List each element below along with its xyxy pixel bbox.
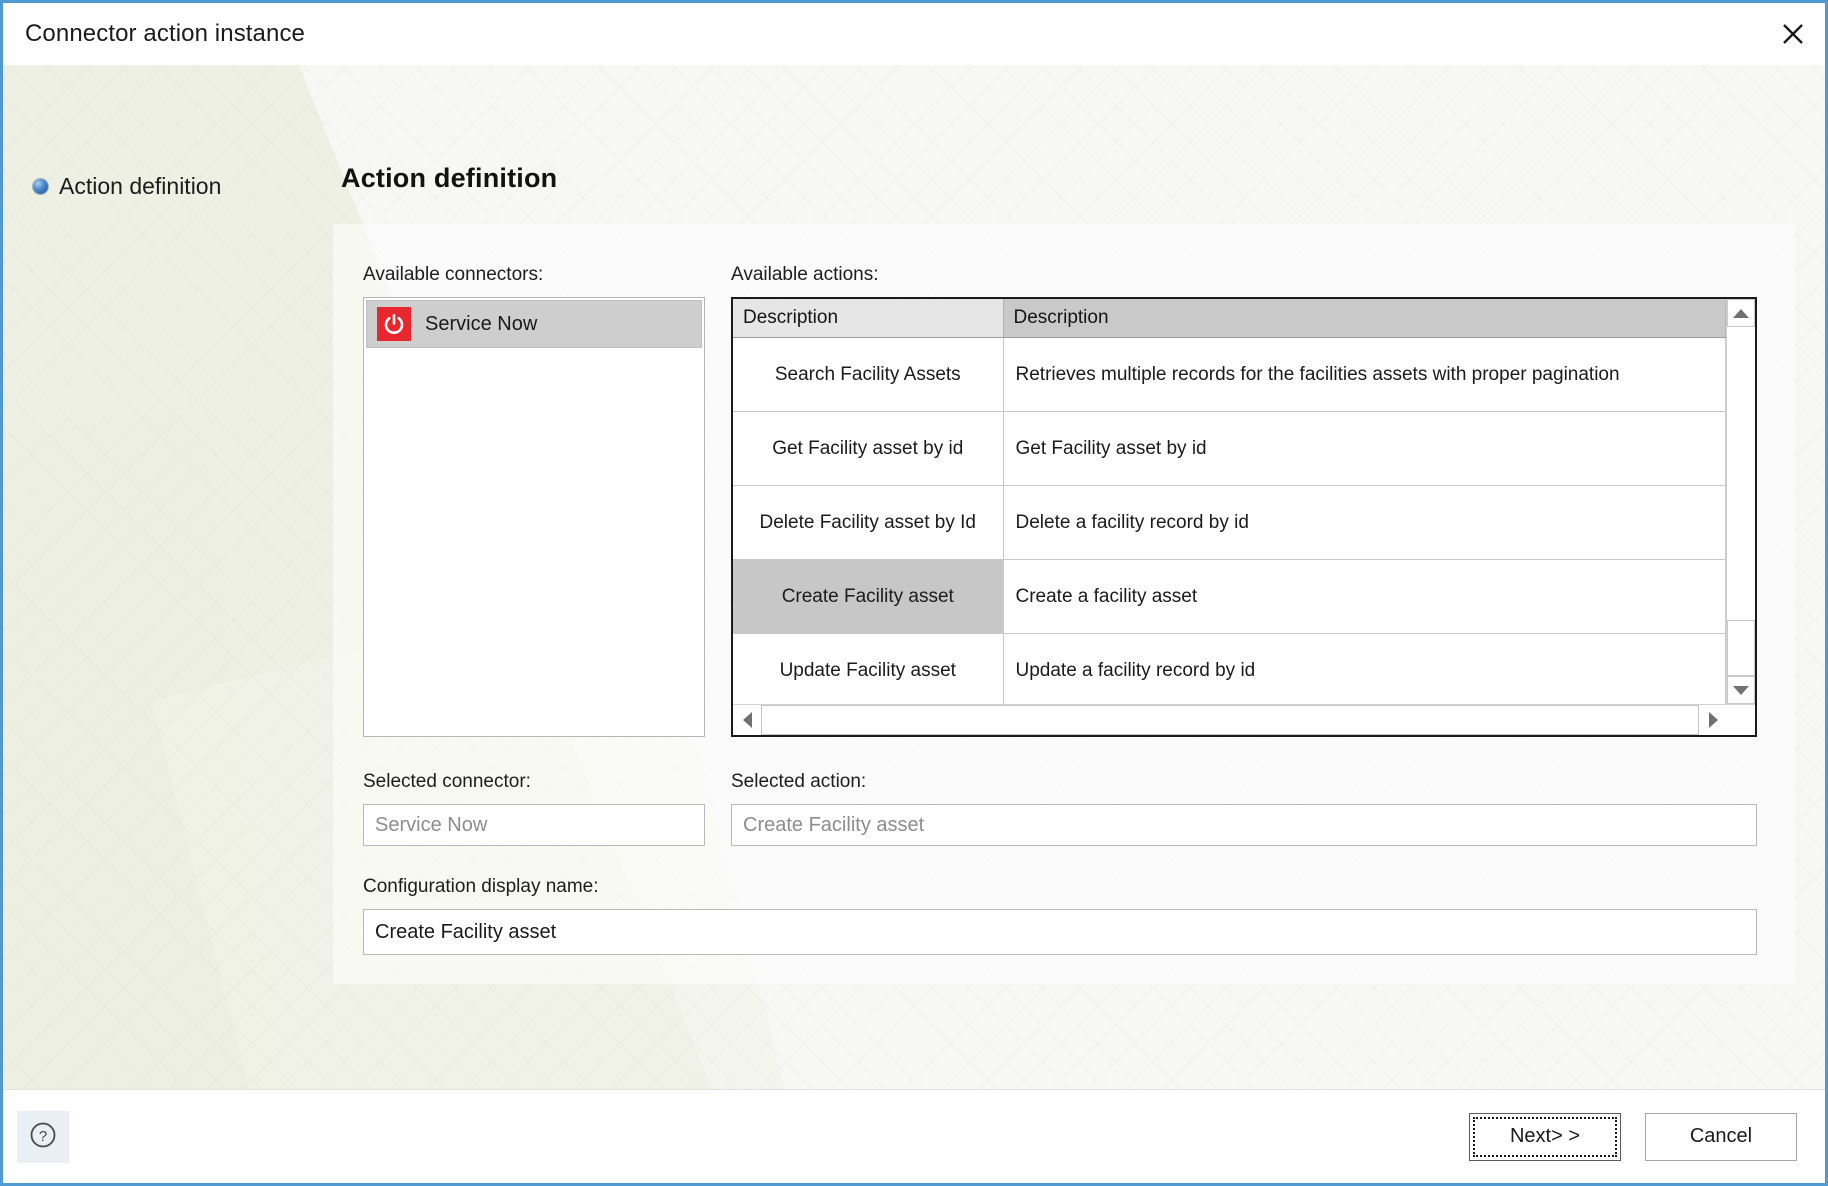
actions-section: Available actions: Description Descripti…	[731, 264, 1757, 737]
scroll-right-button[interactable]	[1699, 705, 1727, 735]
main-content: Action definition Available connectors:	[333, 65, 1825, 1089]
help-button[interactable]: ?	[17, 1110, 69, 1163]
available-actions-table: Description Description Search Facility …	[733, 299, 1726, 704]
table-row[interactable]: Get Facility asset by id Get Facility as…	[733, 411, 1726, 486]
svg-text:?: ?	[39, 1128, 47, 1145]
power-icon	[377, 307, 411, 341]
selected-action-label: Selected action:	[731, 771, 867, 792]
table-row-selected[interactable]: Create Facility asset Create a facility …	[733, 559, 1726, 634]
scroll-up-button[interactable]	[1727, 299, 1755, 327]
horizontal-scrollbar[interactable]	[733, 704, 1755, 735]
triangle-up-icon	[1733, 308, 1749, 318]
column-header-name[interactable]: Description	[733, 299, 1004, 338]
lists-row: Available connectors: Service Now Availa…	[363, 264, 1757, 737]
action-name-cell[interactable]: Create Facility asset	[733, 559, 1004, 634]
dialog-footer: ? Next> > Cancel	[3, 1089, 1825, 1183]
sidebar-item-action-definition[interactable]: Action definition	[3, 173, 333, 200]
selected-connector-label: Selected connector:	[363, 771, 531, 792]
action-description-cell[interactable]: Retrieves multiple records for the facil…	[1003, 337, 1726, 412]
selected-connector-section: Selected connector:	[363, 771, 705, 846]
selected-connector-input[interactable]	[363, 804, 705, 846]
configuration-display-name-input[interactable]	[363, 909, 1757, 955]
configuration-display-name-label: Configuration display name:	[363, 876, 599, 897]
triangle-right-icon	[1708, 712, 1718, 728]
window-title: Connector action instance	[25, 20, 305, 47]
sphere-bullet-icon	[33, 179, 48, 194]
table-header-row: Description Description	[733, 299, 1726, 338]
action-description-cell[interactable]: Delete a facility record by id	[1003, 485, 1726, 560]
footer-buttons: Next> > Cancel	[1469, 1112, 1797, 1161]
page-title: Action definition	[341, 163, 558, 193]
table-row[interactable]: Search Facility Assets Retrieves multipl…	[733, 337, 1726, 412]
wizard-step-sidebar: Action definition	[3, 65, 333, 1089]
configuration-display-name-section: Configuration display name:	[363, 876, 1757, 955]
selection-fields-row: Selected connector: Selected action:	[363, 771, 1757, 846]
dialog-body: Action definition Action definition Avai…	[3, 65, 1825, 1089]
action-name-cell[interactable]: Search Facility Assets	[733, 337, 1004, 412]
triangle-down-icon	[1733, 685, 1749, 695]
available-actions-label: Available actions:	[731, 264, 879, 285]
title-bar: Connector action instance	[3, 3, 1825, 65]
question-mark-icon: ?	[28, 1120, 58, 1153]
scrollbar-corner	[1727, 705, 1755, 735]
table-and-scrollbar: Description Description Search Facility …	[733, 299, 1755, 704]
cancel-button[interactable]: Cancel	[1645, 1112, 1797, 1161]
available-connectors-label: Available connectors:	[363, 264, 544, 285]
selected-action-input[interactable]	[731, 804, 1757, 846]
action-description-cell[interactable]: Update a facility record by id	[1003, 633, 1726, 704]
action-description-cell[interactable]: Get Facility asset by id	[1003, 411, 1726, 486]
action-name-cell[interactable]: Delete Facility asset by Id	[733, 485, 1004, 560]
action-name-cell[interactable]: Update Facility asset	[733, 633, 1004, 704]
column-header-description[interactable]: Description	[1003, 299, 1726, 338]
scroll-down-button[interactable]	[1727, 676, 1755, 704]
next-button[interactable]: Next> >	[1469, 1112, 1621, 1161]
connector-name: Service Now	[425, 312, 538, 335]
scroll-left-button[interactable]	[733, 705, 761, 735]
horizontal-scroll-track[interactable]	[761, 705, 1699, 735]
connectors-section: Available connectors: Service Now	[363, 264, 705, 737]
dialog-window: Connector action instance Action definit…	[0, 0, 1828, 1186]
close-icon	[1780, 21, 1806, 47]
action-description-cell[interactable]: Create a facility asset	[1003, 559, 1726, 634]
content-panel: Available connectors: Service Now Availa…	[333, 224, 1795, 984]
vertical-scroll-thumb[interactable]	[1727, 620, 1755, 676]
triangle-left-icon	[742, 712, 752, 728]
table-scroll-area: Description Description Search Facility …	[733, 299, 1726, 704]
vertical-scrollbar[interactable]	[1726, 299, 1755, 704]
table-body: Search Facility Assets Retrieves multipl…	[733, 337, 1726, 704]
action-name-cell[interactable]: Get Facility asset by id	[733, 411, 1004, 486]
list-item-service-now[interactable]: Service Now	[366, 300, 702, 348]
selected-action-section: Selected action:	[731, 771, 1757, 846]
available-actions-table-container: Description Description Search Facility …	[731, 297, 1757, 737]
vertical-scroll-track[interactable]	[1727, 327, 1755, 676]
table-row[interactable]: Delete Facility asset by Id Delete a fac…	[733, 485, 1726, 560]
table-row[interactable]: Update Facility asset Update a facility …	[733, 633, 1726, 704]
sidebar-item-label: Action definition	[59, 173, 222, 199]
close-button[interactable]	[1761, 4, 1825, 64]
available-connectors-list[interactable]: Service Now	[363, 297, 705, 737]
